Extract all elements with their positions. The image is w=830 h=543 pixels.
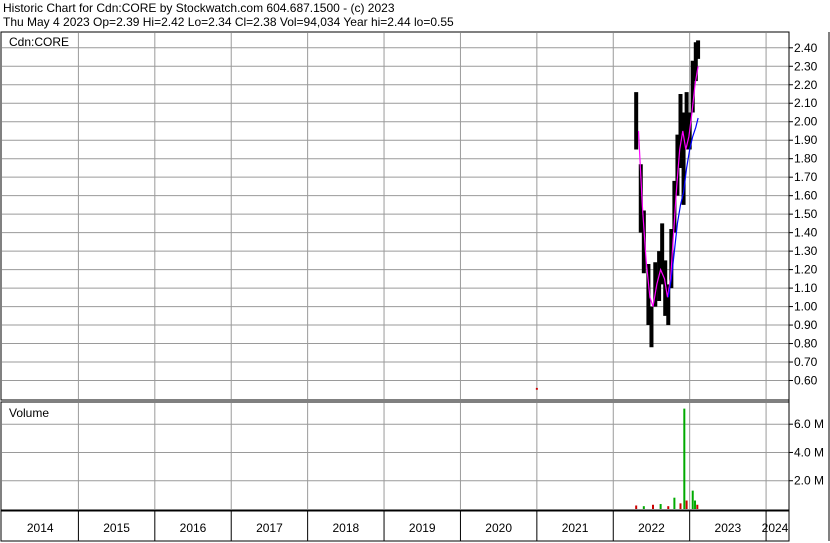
price-tick-label: 2.20 xyxy=(794,78,818,92)
price-tick-label: 1.50 xyxy=(794,207,818,221)
price-tick-label: 1.10 xyxy=(794,281,818,295)
volume-tick-label: 4.0 M xyxy=(794,445,824,459)
x-tick-label: 2017 xyxy=(256,521,283,535)
x-tick-label: 2016 xyxy=(180,521,207,535)
volume-tick-label: 6.0 M xyxy=(794,417,824,431)
x-tick-label: 2022 xyxy=(638,521,665,535)
x-tick-label: 2024 xyxy=(762,521,789,535)
price-tick-label: 2.10 xyxy=(794,96,818,110)
x-tick-label: 2019 xyxy=(409,521,436,535)
x-tick-label: 2014 xyxy=(27,521,54,535)
price-tick-label: 0.90 xyxy=(794,318,818,332)
volume-panel xyxy=(0,401,790,511)
price-tick-label: 1.20 xyxy=(794,263,818,277)
volume-axis: 2.0 M 4.0 M 6.0 M xyxy=(789,417,824,488)
price-tick-label: 0.80 xyxy=(794,337,818,351)
volume-tick-label: 2.0 M xyxy=(794,474,824,488)
price-panel-label: Cdn:CORE xyxy=(9,35,69,49)
price-tick-label: 1.00 xyxy=(794,300,818,314)
price-tick-label: 1.40 xyxy=(794,226,818,240)
volume-panel-label: Volume xyxy=(9,406,49,420)
price-tick-label: 2.40 xyxy=(794,41,818,55)
x-tick-label: 2018 xyxy=(332,521,359,535)
price-tick-label: 1.30 xyxy=(794,244,818,258)
price-axis: 0.60 0.70 0.80 0.90 1.00 1.10 1.20 1.30 1.40 1.50… xyxy=(789,41,818,388)
price-panel xyxy=(0,31,790,401)
price-tick-label: 1.80 xyxy=(794,152,818,166)
price-tick-label: 0.60 xyxy=(794,374,818,388)
x-tick-label: 2023 xyxy=(715,521,742,535)
x-tick-label: 2015 xyxy=(103,521,130,535)
price-tick-label: 1.90 xyxy=(794,133,818,147)
price-tick-label: 2.30 xyxy=(794,59,818,73)
x-tick-label: 2020 xyxy=(485,521,512,535)
x-tick-label: 2021 xyxy=(562,521,589,535)
price-tick-label: 1.60 xyxy=(794,189,818,203)
price-tick-label: 0.70 xyxy=(794,355,818,369)
price-tick-label: 1.70 xyxy=(794,170,818,184)
stock-chart: Cdn:CORE 0.60 0.70 0.80 0.90 1.00 1.10 1.20 1.3… xyxy=(0,31,830,542)
price-tick-label: 2.00 xyxy=(794,115,818,129)
